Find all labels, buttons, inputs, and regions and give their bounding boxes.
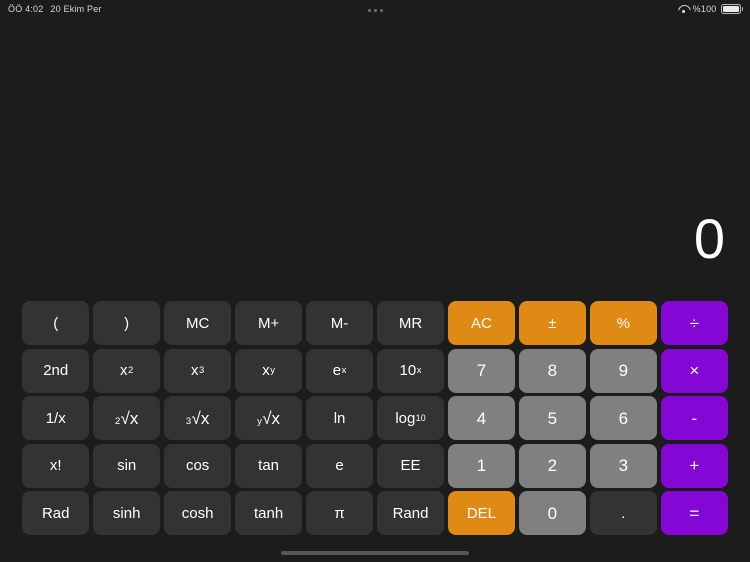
keypad-row: 1/x 2 √x 3 √x y √x ln log 10 4 5 6- — [22, 396, 729, 440]
key-decimal-point[interactable]: . — [589, 491, 658, 535]
key-digit-3[interactable]: 3 — [589, 443, 658, 488]
key-sign-toggle[interactable]: ± — [518, 301, 587, 345]
key-percent[interactable]: % — [589, 301, 658, 345]
key-power-y[interactable]: xy — [234, 348, 303, 393]
key-hyperbolic-tangent[interactable]: tanh — [234, 491, 303, 535]
key-divide[interactable]: ÷ — [660, 301, 729, 345]
key-cube[interactable]: x3 — [163, 348, 232, 393]
battery-percent-label: %100 — [692, 4, 717, 14]
key-cosine[interactable]: cos — [163, 443, 232, 488]
status-bar-center — [0, 4, 750, 14]
keypad-row: 2nd x 2 x 3 x y e x 10 x 7 8 9 × — [22, 348, 729, 393]
key-square[interactable]: x2 — [92, 348, 161, 393]
key-radian-mode[interactable]: Rad — [22, 491, 90, 535]
calculator-display: 0 — [0, 200, 750, 278]
keypad-row: x! sin cos tan e EE 1 2 3 + — [22, 443, 729, 488]
key-paren-open[interactable]: ( — [22, 301, 90, 345]
keypad-row: () MC M+ M- MR AC ±% ÷ — [22, 301, 729, 345]
key-hyperbolic-cosine[interactable]: cosh — [163, 491, 232, 535]
key-random[interactable]: Rand — [376, 491, 445, 535]
key-euler-number[interactable]: e — [305, 443, 374, 488]
key-log-base-ten[interactable]: log 10 — [376, 396, 445, 440]
calculator-keypad: () MC M+ M- MR AC ±% ÷ 2nd x 2 x 3 x y e x 10 x 7 8 9 × 1/x 2 √x 3… — [22, 301, 729, 535]
calculator-app: ÖÖ 4:02 20 Ekim Per %100 0 () MC M+ M- MR AC ±… — [0, 0, 750, 562]
key-reciprocal[interactable]: 1/x — [22, 396, 90, 440]
key-memory-subtract[interactable]: M- — [305, 301, 374, 345]
key-digit-9[interactable]: 9 — [589, 348, 658, 393]
key-subtract[interactable]: - — [660, 396, 729, 440]
key-square-root[interactable]: 2 √x — [92, 396, 161, 440]
key-digit-1[interactable]: 1 — [447, 443, 516, 488]
status-bar-right: %100 — [678, 4, 743, 14]
display-value: 0 — [693, 207, 725, 270]
key-all-clear[interactable]: AC — [447, 301, 516, 345]
key-digit-8[interactable]: 8 — [518, 348, 587, 393]
key-factorial[interactable]: x! — [22, 443, 90, 488]
keypad-row: Rad sinh cosh tanh π Rand DEL 0. = — [22, 491, 729, 535]
battery-full-icon — [720, 4, 743, 14]
key-digit-7[interactable]: 7 — [447, 348, 516, 393]
key-exp-e[interactable]: ex — [305, 348, 374, 393]
key-multiply[interactable]: × — [660, 348, 729, 393]
key-memory-add[interactable]: M+ — [234, 301, 303, 345]
three-dots-icon — [367, 9, 383, 12]
key-exponent-entry[interactable]: EE — [376, 443, 445, 488]
key-digit-6[interactable]: 6 — [589, 396, 658, 440]
key-exp-ten[interactable]: 10 x — [376, 348, 445, 393]
key-digit-4[interactable]: 4 — [447, 396, 516, 440]
key-pi[interactable]: π — [305, 491, 374, 535]
key-nth-root[interactable]: y √x — [234, 396, 303, 440]
key-digit-2[interactable]: 2 — [518, 443, 587, 488]
key-memory-recall[interactable]: MR — [376, 301, 445, 345]
key-natural-log[interactable]: ln — [305, 396, 374, 440]
key-tangent[interactable]: tan — [234, 443, 303, 488]
key-cube-root[interactable]: 3 √x — [163, 396, 232, 440]
key-second-function[interactable]: 2nd — [22, 348, 90, 393]
key-paren-close[interactable]: ) — [92, 301, 161, 345]
key-add[interactable]: + — [660, 443, 729, 488]
key-memory-clear[interactable]: MC — [163, 301, 232, 345]
status-bar: ÖÖ 4:02 20 Ekim Per %100 — [0, 0, 750, 18]
key-delete[interactable]: DEL — [447, 491, 516, 535]
home-indicator[interactable] — [281, 550, 469, 555]
key-digit-5[interactable]: 5 — [518, 396, 587, 440]
key-hyperbolic-sine[interactable]: sinh — [92, 491, 161, 535]
key-digit-0[interactable]: 0 — [518, 491, 587, 535]
key-equals[interactable]: = — [660, 491, 729, 535]
wifi-icon — [678, 5, 689, 14]
key-sine[interactable]: sin — [92, 443, 161, 488]
